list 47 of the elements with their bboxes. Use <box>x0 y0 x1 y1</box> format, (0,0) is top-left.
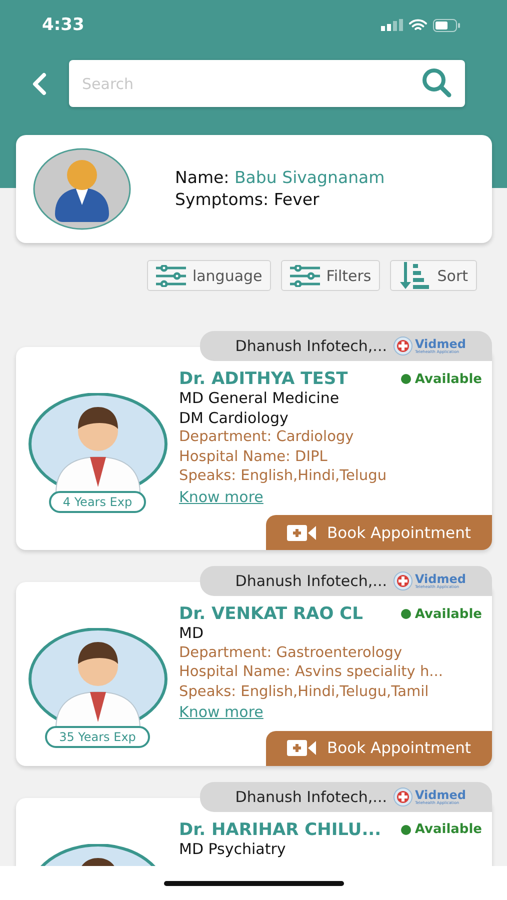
sort-button[interactable]: Sort <box>390 260 477 291</box>
filter-button[interactable]: language <box>147 260 272 291</box>
sliders-icon <box>156 264 186 286</box>
sliders-icon <box>290 264 320 286</box>
user-icon <box>33 148 131 230</box>
logo-name: Vidmed <box>414 338 466 350</box>
doctor-degree: MD General Medicine <box>179 389 340 408</box>
doctor-hospital: Hospital Name: DIPL <box>179 448 328 466</box>
book-appointment-button[interactable]: Book Appointment <box>266 515 492 550</box>
doctor-degree: DM Cardiology <box>179 408 290 428</box>
patient-symptoms: Symptoms: Fever <box>175 189 320 211</box>
doctor-department: Department: Cardiology <box>179 428 355 447</box>
back-icon[interactable] <box>31 72 47 96</box>
patient-name: Name: Babu Sivagnanam <box>175 167 385 189</box>
search-icon[interactable] <box>421 67 453 99</box>
experience-badge: 35 Years Exp <box>45 726 150 748</box>
doctor-degree: MD <box>179 624 204 644</box>
doctor-department: Department: Gastroenterology <box>179 644 404 662</box>
doctor-name: Dr. VENKAT RAO CL <box>179 604 363 624</box>
logo-icon <box>392 786 413 806</box>
availability-status: Available <box>400 822 482 837</box>
book-appointment-button[interactable]: Book Appointment <box>266 730 492 766</box>
doctor-languages: Speaks: English,Hindi,Telugu,Tamil <box>179 682 430 702</box>
logo-icon <box>392 336 413 356</box>
video-call-icon <box>286 739 317 757</box>
video-call-icon <box>286 524 317 542</box>
doctor-hospital: Hospital Name: Asvins speciality h... <box>179 663 444 682</box>
logo-name: Vidmed <box>414 573 466 585</box>
filter-button[interactable]: Filters <box>281 260 380 291</box>
availability-status: Available <box>400 372 482 386</box>
logo-name: Vidmed <box>414 788 466 800</box>
doctor-name: Dr. ADITHYA TEST <box>179 369 348 389</box>
status-time: 4:33 <box>42 15 84 35</box>
wifi-icon <box>409 18 427 32</box>
logo-icon <box>392 571 413 591</box>
sort-icon <box>399 262 432 290</box>
know-more-link[interactable]: Know more <box>179 488 264 507</box>
battery-icon <box>433 18 460 32</box>
doctor-languages: Speaks: English,Hindi,Telugu <box>179 467 388 486</box>
availability-status: Available <box>400 606 482 622</box>
know-more-link[interactable]: Know more <box>179 703 264 722</box>
experience-badge: 4 Years Exp <box>48 491 146 513</box>
doctor-degree: MD Psychiatry <box>179 840 287 859</box>
home-indicator[interactable] <box>164 880 344 886</box>
doctor-name: Dr. HARIHAR CHILU... <box>179 820 382 840</box>
doctor-icon <box>28 393 168 495</box>
signal-icon <box>381 19 403 31</box>
